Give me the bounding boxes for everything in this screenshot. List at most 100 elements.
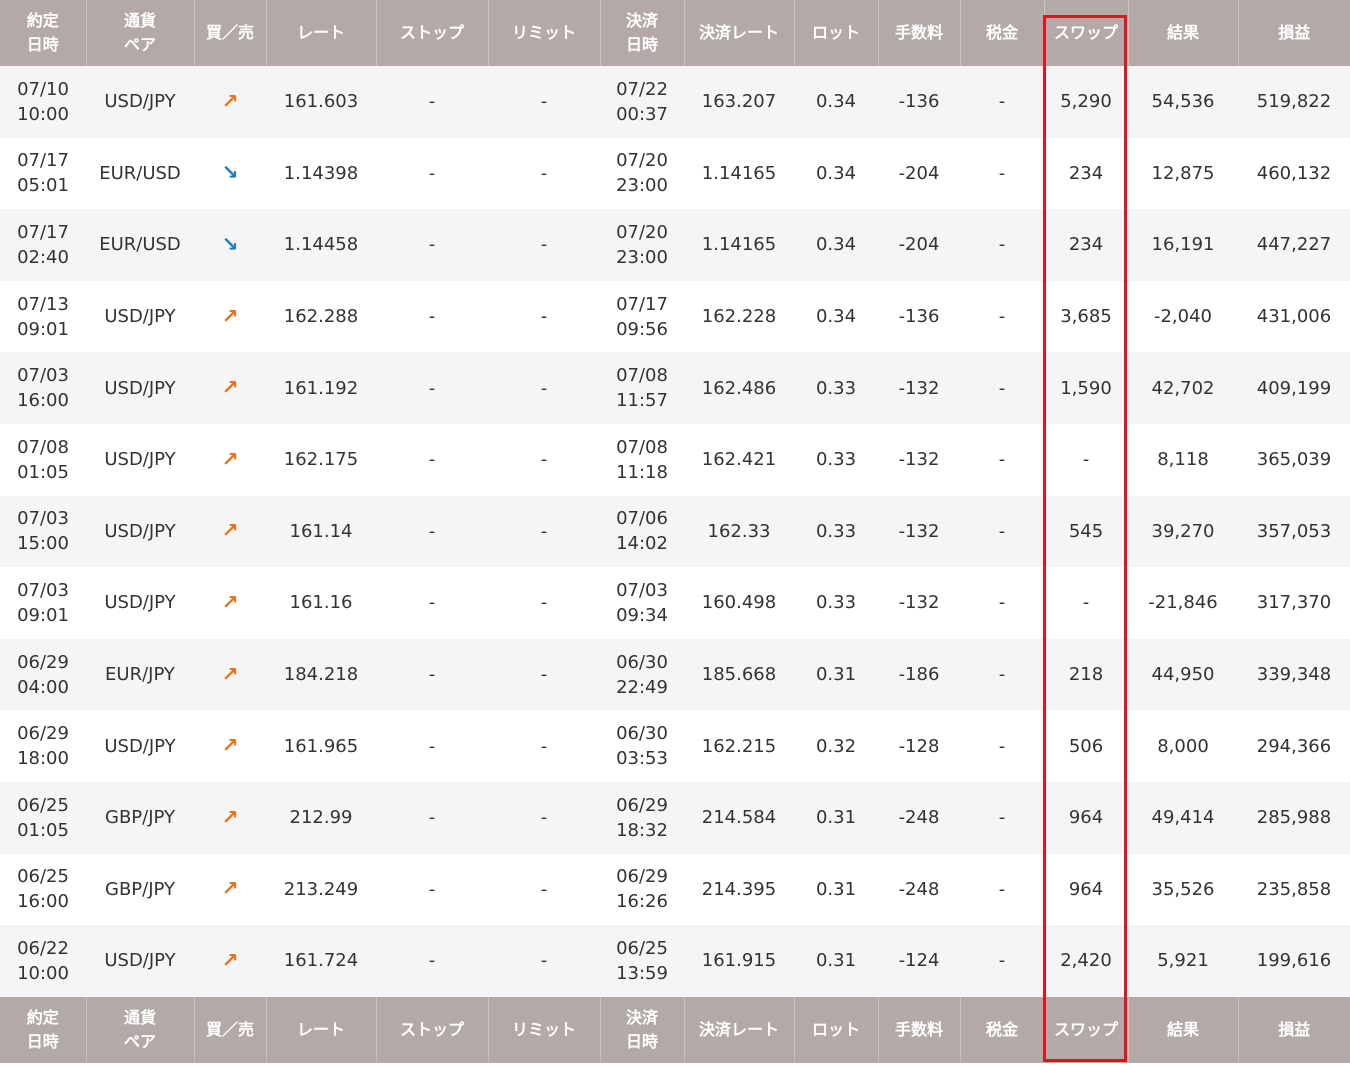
cell-stop: - (376, 853, 488, 926)
cell-tax: - (960, 495, 1044, 568)
table-row: 06/29 04:00 EUR/JPY ↗ 184.218- -06/30 22:49 1… (0, 638, 1350, 711)
cell-tax: - (960, 137, 1044, 210)
cell-swap: 3,685 (1044, 280, 1128, 353)
cell-limit: - (488, 710, 600, 782)
cell-swap: 218 (1044, 638, 1128, 711)
cell-lot: 0.34 (794, 280, 878, 353)
cell-exit-rate: 214.584 (684, 781, 794, 854)
buy-arrow-icon: ↗ (221, 88, 239, 113)
cell-exit-time: 06/29 16:26 (600, 853, 684, 926)
cell-rate: 162.288 (266, 280, 376, 353)
cell-exit-time: 07/20 23:00 (600, 209, 684, 281)
cell-lot: 0.31 (794, 853, 878, 926)
cell-stop: - (376, 925, 488, 997)
cell-exit-time: 07/08 11:57 (600, 352, 684, 424)
cell-exit-rate: 1.14165 (684, 209, 794, 281)
cell-exit-rate: 162.228 (684, 280, 794, 353)
cell-tax: - (960, 66, 1044, 138)
cell-rate: 161.192 (266, 352, 376, 424)
cell-rate: 161.724 (266, 925, 376, 997)
column-header-limit: リミット (488, 0, 601, 66)
footer-column-header-pair: 通貨 ペア (86, 996, 195, 1063)
cell-result: 42,702 (1128, 352, 1238, 424)
cell-exit-rate: 160.498 (684, 567, 794, 639)
cell-side: ↗ (194, 495, 266, 568)
column-header-side: 買／売 (194, 0, 267, 66)
cell-lot: 0.33 (794, 423, 878, 496)
table-row: 07/10 10:00 USD/JPY ↗ 161.603- -07/22 00:37 1… (0, 66, 1350, 138)
cell-exit-time: 06/25 13:59 (600, 925, 684, 997)
cell-swap: 506 (1044, 710, 1128, 782)
cell-rate: 161.14 (266, 495, 376, 568)
cell-exit-time: 07/17 09:56 (600, 280, 684, 353)
cell-stop: - (376, 710, 488, 782)
cell-pnl: 339,348 (1238, 638, 1350, 711)
cell-limit: - (488, 495, 600, 568)
cell-entry-time: 07/03 16:00 (0, 352, 86, 424)
table-row: 06/29 18:00 USD/JPY ↗ 161.965- -06/30 03:53 1… (0, 710, 1350, 782)
cell-rate: 212.99 (266, 781, 376, 854)
cell-rate: 161.603 (266, 66, 376, 138)
cell-limit: - (488, 853, 600, 926)
cell-fee: -204 (878, 209, 960, 281)
table-body: 07/10 10:00 USD/JPY ↗ 161.603- -07/22 00:37 1… (0, 66, 1350, 997)
footer-column-header-swap: スワップ (1044, 996, 1129, 1063)
cell-lot: 0.33 (794, 567, 878, 639)
footer-column-header-result: 結果 (1128, 996, 1239, 1063)
cell-limit: - (488, 209, 600, 281)
trade-history-table: 約定 日時 通貨 ペア 買／売 レート ストップ リミット 決済 日時 決済レート ロット 手数料… (0, 0, 1350, 1063)
cell-pair: USD/JPY (86, 423, 194, 496)
cell-lot: 0.31 (794, 638, 878, 711)
cell-swap: 964 (1044, 853, 1128, 926)
cell-lot: 0.34 (794, 209, 878, 281)
cell-fee: -132 (878, 423, 960, 496)
cell-pair: GBP/JPY (86, 781, 194, 854)
column-header-tax: 税金 (960, 0, 1045, 66)
cell-tax: - (960, 853, 1044, 926)
cell-pnl: 365,039 (1238, 423, 1350, 496)
cell-exit-rate: 185.668 (684, 638, 794, 711)
cell-lot: 0.31 (794, 781, 878, 854)
cell-fee: -132 (878, 567, 960, 639)
cell-pnl: 294,366 (1238, 710, 1350, 782)
cell-side: ↗ (194, 853, 266, 926)
cell-swap: 234 (1044, 209, 1128, 281)
footer-column-header-stop: ストップ (376, 996, 489, 1063)
cell-pair: USD/JPY (86, 925, 194, 997)
buy-arrow-icon: ↗ (221, 375, 239, 400)
cell-swap: 5,290 (1044, 66, 1128, 138)
cell-pair: EUR/USD (86, 209, 194, 281)
cell-entry-time: 07/03 15:00 (0, 495, 86, 568)
cell-fee: -128 (878, 710, 960, 782)
footer-column-header-side: 買／売 (194, 996, 267, 1063)
column-header-pnl: 損益 (1238, 0, 1350, 66)
cell-side: ↘ (194, 137, 266, 210)
table-row: 06/25 01:05 GBP/JPY ↗ 212.99- -06/29 18:32 21… (0, 781, 1350, 854)
cell-pair: EUR/JPY (86, 638, 194, 711)
footer-column-header-entry-time: 約定 日時 (0, 996, 87, 1063)
buy-arrow-icon: ↗ (221, 303, 239, 328)
cell-swap: 964 (1044, 781, 1128, 854)
column-header-entry-time: 約定 日時 (0, 0, 87, 66)
cell-side: ↗ (194, 925, 266, 997)
footer-column-header-pnl: 損益 (1238, 996, 1350, 1063)
cell-side: ↗ (194, 352, 266, 424)
cell-entry-time: 06/29 18:00 (0, 710, 86, 782)
cell-entry-time: 07/13 09:01 (0, 280, 86, 353)
footer-column-header-exit-rate: 決済レート (684, 996, 795, 1063)
cell-exit-rate: 1.14165 (684, 137, 794, 210)
column-header-exit-time: 決済 日時 (600, 0, 685, 66)
buy-arrow-icon: ↗ (221, 876, 239, 901)
cell-tax: - (960, 209, 1044, 281)
footer-column-header-lot: ロット (794, 996, 879, 1063)
cell-swap: 2,420 (1044, 925, 1128, 997)
table-row: 07/03 09:01 USD/JPY ↗ 161.16- -07/03 09:34 16… (0, 567, 1350, 639)
cell-entry-time: 06/22 10:00 (0, 925, 86, 997)
sell-arrow-icon: ↘ (221, 231, 239, 256)
cell-tax: - (960, 925, 1044, 997)
buy-arrow-icon: ↗ (221, 804, 239, 829)
cell-result: -21,846 (1128, 567, 1238, 639)
cell-entry-time: 07/03 09:01 (0, 567, 86, 639)
table-header: 約定 日時 通貨 ペア 買／売 レート ストップ リミット 決済 日時 決済レート ロット 手数料… (0, 0, 1350, 66)
cell-tax: - (960, 638, 1044, 711)
